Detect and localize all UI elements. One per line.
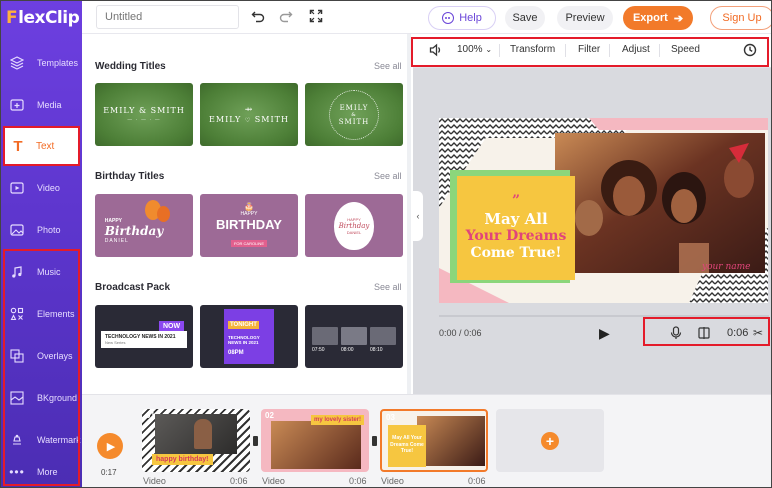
redo-icon[interactable] [278, 9, 294, 25]
timeline-play-button[interactable]: ▶ [97, 433, 123, 459]
play-icon[interactable]: ▶ [599, 325, 610, 342]
wedding-title-thumb-3[interactable]: EMILY & SMITH [305, 83, 403, 146]
toolbar-highlight [411, 37, 769, 67]
birthday-title-thumb-2[interactable]: 🎂 HAPPY BIRTHDAY FOR CAROLINE [200, 194, 298, 257]
section-title: Wedding Titles [95, 61, 166, 72]
fullscreen-icon[interactable] [308, 9, 324, 25]
help-icon [442, 12, 455, 24]
save-button[interactable]: Save [505, 6, 545, 30]
sidebar-item-media[interactable]: Media [1, 84, 82, 126]
library-scrollbar[interactable] [407, 34, 411, 394]
name-caption[interactable]: your name [702, 262, 751, 272]
text-library-panel: Wedding Titles See all EMILY & SMITH — ·… [82, 34, 413, 394]
birthday-title-thumb-1[interactable]: HAPPY Birthday DANIEL [95, 194, 193, 257]
video-icon [9, 180, 25, 196]
arrow-right-icon: ➔ [673, 12, 684, 25]
signup-button[interactable]: Sign Up [710, 6, 771, 30]
broadcast-thumb-3[interactable]: 07:50 08:00 08:10 [305, 305, 403, 368]
section-title: Broadcast Pack [95, 282, 171, 293]
preview-button[interactable]: Preview [557, 6, 613, 30]
timeline-clip-3[interactable]: May All Your Dreams Come True! 03 [380, 409, 488, 472]
scissors-icon[interactable]: ✂ [753, 326, 763, 340]
top-bar: Help Save Preview Export ➔ Sign Up [82, 1, 771, 34]
section-title: Birthday Titles [95, 171, 165, 182]
media-icon [9, 97, 25, 113]
clip-duration: 0:06 [349, 476, 367, 486]
timeline-clip-1[interactable]: happy birthday! 01 [142, 409, 250, 472]
sidebar-item-photo[interactable]: Photo [1, 209, 82, 251]
transition-marker[interactable] [253, 436, 258, 446]
sidebar-item-label: Video [37, 183, 60, 193]
clip-duration: 0:06 [727, 327, 749, 339]
timeline-total-time: 0:17 [101, 468, 117, 477]
timecode: 0:00 / 0:06 [439, 328, 482, 338]
wedding-title-thumb-1[interactable]: EMILY & SMITH — · — · — [95, 83, 193, 146]
export-button[interactable]: Export ➔ [623, 6, 693, 30]
clip-type: Video [262, 476, 285, 486]
sidebar-item-label: Templates [37, 58, 79, 68]
see-all-link[interactable]: See all [374, 282, 402, 292]
add-clip-button[interactable]: + [496, 409, 604, 472]
help-button[interactable]: Help [428, 6, 496, 30]
chevron-left-icon: ‹ [416, 211, 420, 221]
collapse-panel-button[interactable]: ‹ [413, 191, 423, 241]
photo-icon [9, 222, 25, 238]
see-all-link[interactable]: See all [374, 171, 402, 181]
quote-text[interactable]: ” May All Your Dreams Come True! [461, 193, 571, 261]
clip-type: Video [381, 476, 404, 486]
sidebar-item-templates[interactable]: Templates [1, 42, 82, 84]
play-icon: ▶ [106, 440, 116, 453]
clip-type: Video [143, 476, 166, 486]
broadcast-thumb-1[interactable]: NOW TECHNOLOGY NEWS IN 2021 New Series [95, 305, 193, 368]
transition-marker[interactable] [372, 436, 377, 446]
split-icon[interactable] [698, 326, 710, 343]
plus-icon: + [541, 431, 559, 450]
sidebar-items-highlight [3, 249, 80, 486]
undo-icon[interactable] [250, 9, 266, 25]
clip-duration: 0:06 [468, 476, 486, 486]
flexclip-editor: FlexClip Templates Media T Text Video Ph… [0, 0, 772, 488]
microphone-icon[interactable] [670, 326, 682, 343]
layers-icon [9, 55, 25, 71]
birthday-title-thumb-3[interactable]: HAPPY Birthday DANIEL [305, 194, 403, 257]
sidebar-item-video[interactable]: Video [1, 167, 82, 209]
video-canvas[interactable]: ” May All Your Dreams Come True! your na… [439, 118, 768, 303]
project-title-input[interactable] [96, 5, 239, 29]
see-all-link[interactable]: See all [374, 61, 402, 71]
wedding-title-thumb-2[interactable]: ⇸ EMILY ♡ SMITH [200, 83, 298, 146]
flexclip-logo[interactable]: FlexClip [6, 7, 80, 29]
sidebar-item-label: Media [37, 100, 62, 110]
timeline-clip-2[interactable]: my lovely sister! 02 [261, 409, 369, 472]
sidebar-item-label: Photo [37, 225, 61, 235]
broadcast-thumb-2[interactable]: TONIGHT TECHNOLOGY NEWS IN 2021 08PM [200, 305, 298, 368]
text-tab-highlight [3, 126, 80, 166]
clip-duration: 0:06 [230, 476, 248, 486]
